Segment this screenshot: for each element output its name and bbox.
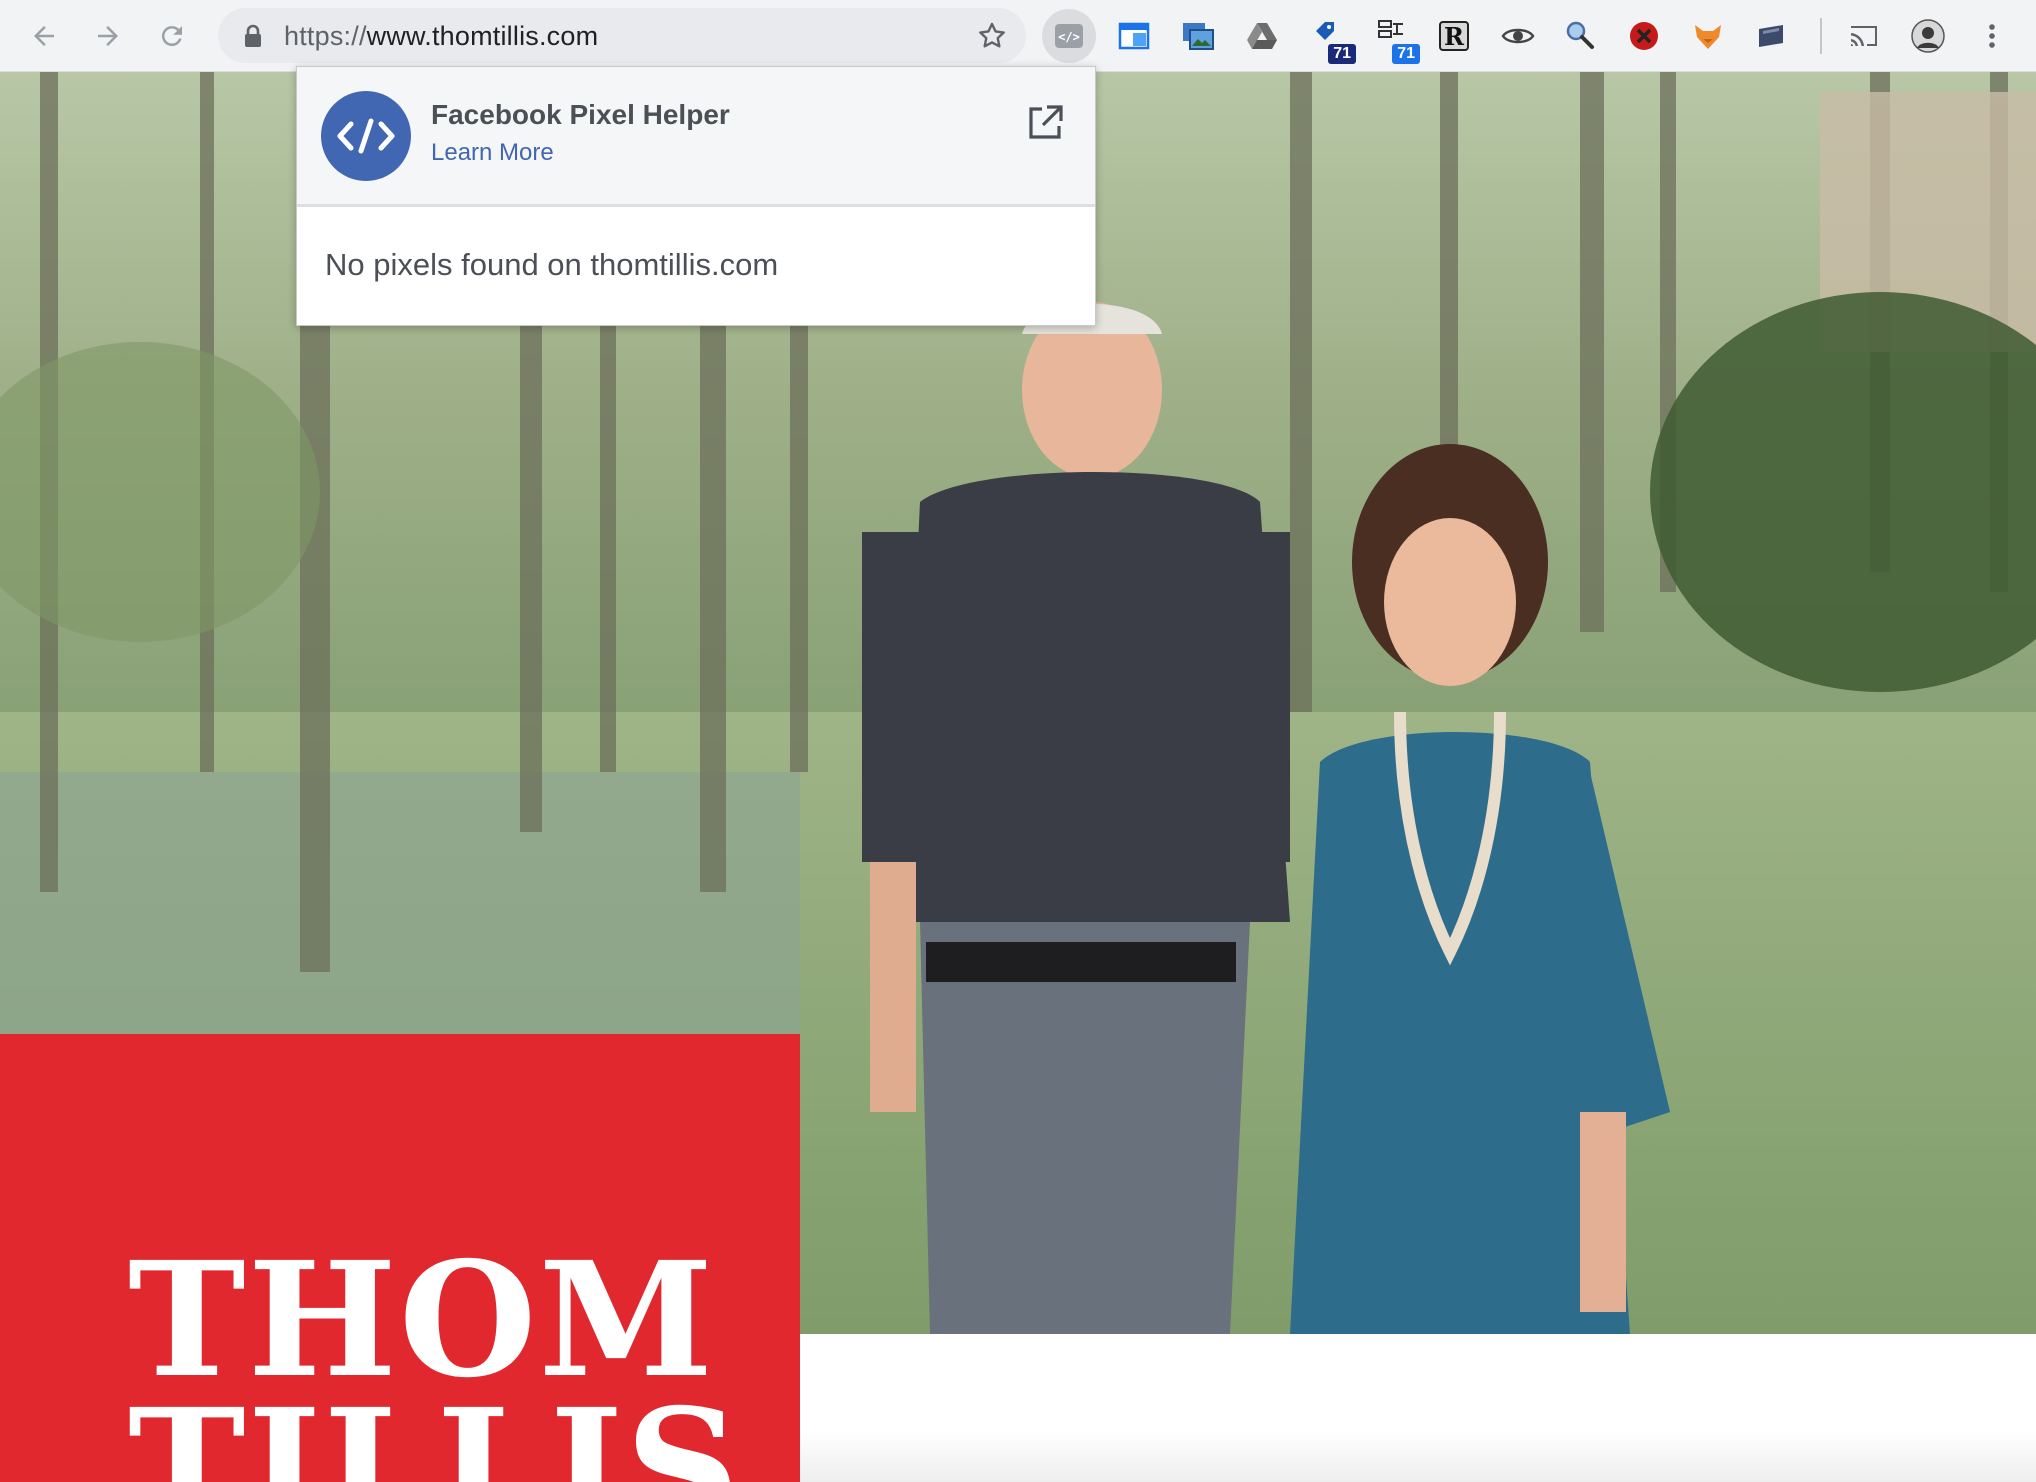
open-external-icon[interactable] (1025, 103, 1065, 143)
url-text: https://www.thomtillis.com (284, 21, 599, 51)
reload-icon (161, 26, 182, 47)
google-drive-extension[interactable] (1240, 14, 1284, 58)
facebook-pixel-helper-icon: </> (1055, 24, 1083, 48)
arrow-right-icon (98, 26, 118, 46)
popup-header: Facebook Pixel Helper Learn More (297, 67, 1095, 207)
google-drive-icon (1247, 23, 1277, 49)
sitemap-badge: 71 (1392, 44, 1420, 64)
arrow-left-icon (34, 26, 54, 46)
browser-toolbar: https://www.thomtillis.com </> 71 71 R (0, 0, 2036, 72)
fox-icon (1695, 25, 1721, 49)
page-bottom-fade (800, 1430, 2036, 1482)
window-extension[interactable] (1112, 14, 1156, 58)
woman-figure (1290, 444, 1670, 1334)
reload-button[interactable] (152, 16, 192, 56)
logo-line-2: TILLIS (128, 1375, 742, 1482)
avatar-icon (1911, 19, 1945, 53)
r-extension[interactable]: R (1432, 14, 1476, 58)
site-logo[interactable]: THOM TILLIS (0, 1034, 800, 1482)
svg-text:</>: </> (1058, 30, 1080, 44)
sitemap-extension[interactable]: 71 (1372, 14, 1420, 64)
fox-extension[interactable] (1686, 14, 1730, 58)
forward-button[interactable] (88, 16, 128, 56)
menu-button[interactable] (1970, 14, 2014, 58)
r-letter-icon: R (1439, 21, 1469, 51)
eye-extension[interactable] (1496, 14, 1540, 58)
cast-button[interactable] (1842, 14, 1886, 58)
card-icon (1759, 25, 1783, 47)
lock-icon (245, 24, 261, 47)
screenshot-extension[interactable] (1176, 14, 1220, 58)
bookmark-star-icon[interactable] (976, 20, 1008, 52)
learn-more-link[interactable]: Learn More (431, 139, 554, 167)
pixel-helper-logo (321, 91, 411, 181)
tag-badge: 71 (1328, 44, 1356, 64)
back-button[interactable] (24, 16, 64, 56)
screenshot-icon (1183, 23, 1214, 50)
profile-avatar-button[interactable] (1906, 14, 1950, 58)
card-extension[interactable] (1750, 14, 1794, 58)
pixel-helper-popup: Facebook Pixel Helper Learn More No pixe… (296, 66, 1096, 326)
popup-title: Facebook Pixel Helper (431, 99, 730, 130)
svg-text:R: R (1444, 22, 1465, 51)
blocker-extension[interactable] (1622, 14, 1666, 58)
tag-extension[interactable]: 71 (1308, 14, 1356, 64)
kebab-menu-icon (1989, 24, 1995, 48)
blocker-icon (1630, 22, 1658, 50)
toolbar-divider (1820, 18, 1822, 54)
magnifier-extension[interactable] (1558, 14, 1602, 58)
facebook-pixel-helper-extension[interactable]: </> (1042, 9, 1096, 63)
eye-icon (1501, 28, 1535, 44)
code-brackets-icon (337, 118, 395, 154)
magnifier-icon (1566, 21, 1594, 49)
window-icon (1118, 22, 1150, 50)
cast-icon (1851, 26, 1877, 46)
address-bar[interactable]: https://www.thomtillis.com (218, 8, 1026, 63)
no-pixels-message: No pixels found on thomtillis.com (325, 247, 779, 282)
